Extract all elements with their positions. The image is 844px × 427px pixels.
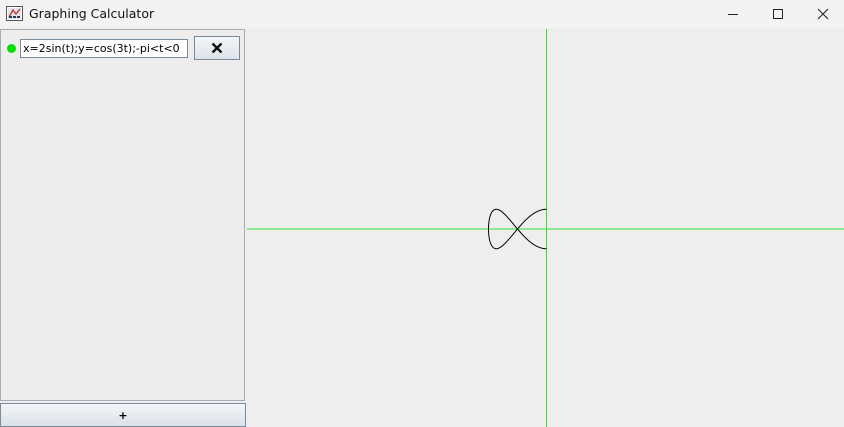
window-title: Graphing Calculator [29,6,155,21]
close-window-button[interactable] [800,0,844,28]
maximize-icon [773,9,783,19]
maximize-button[interactable] [755,0,801,28]
expression-panel [0,29,245,401]
title-bar[interactable]: Graphing Calculator [0,0,844,28]
add-expression-button[interactable]: + [0,403,246,427]
graph-canvas[interactable] [247,29,844,427]
close-x-icon [211,42,223,54]
expression-row [1,30,246,66]
calculator-app-icon [6,6,23,21]
expression-input[interactable] [20,39,188,58]
graph-plot [247,29,844,427]
expression-color-dot[interactable] [7,44,16,53]
minimize-button[interactable] [710,0,756,28]
close-icon [817,8,829,20]
graphing-calculator-window: Graphing Calculator x=2sin(t);y=cos(3t);… [0,0,844,427]
remove-expression-button[interactable] [194,36,240,60]
minimize-icon [728,14,738,15]
